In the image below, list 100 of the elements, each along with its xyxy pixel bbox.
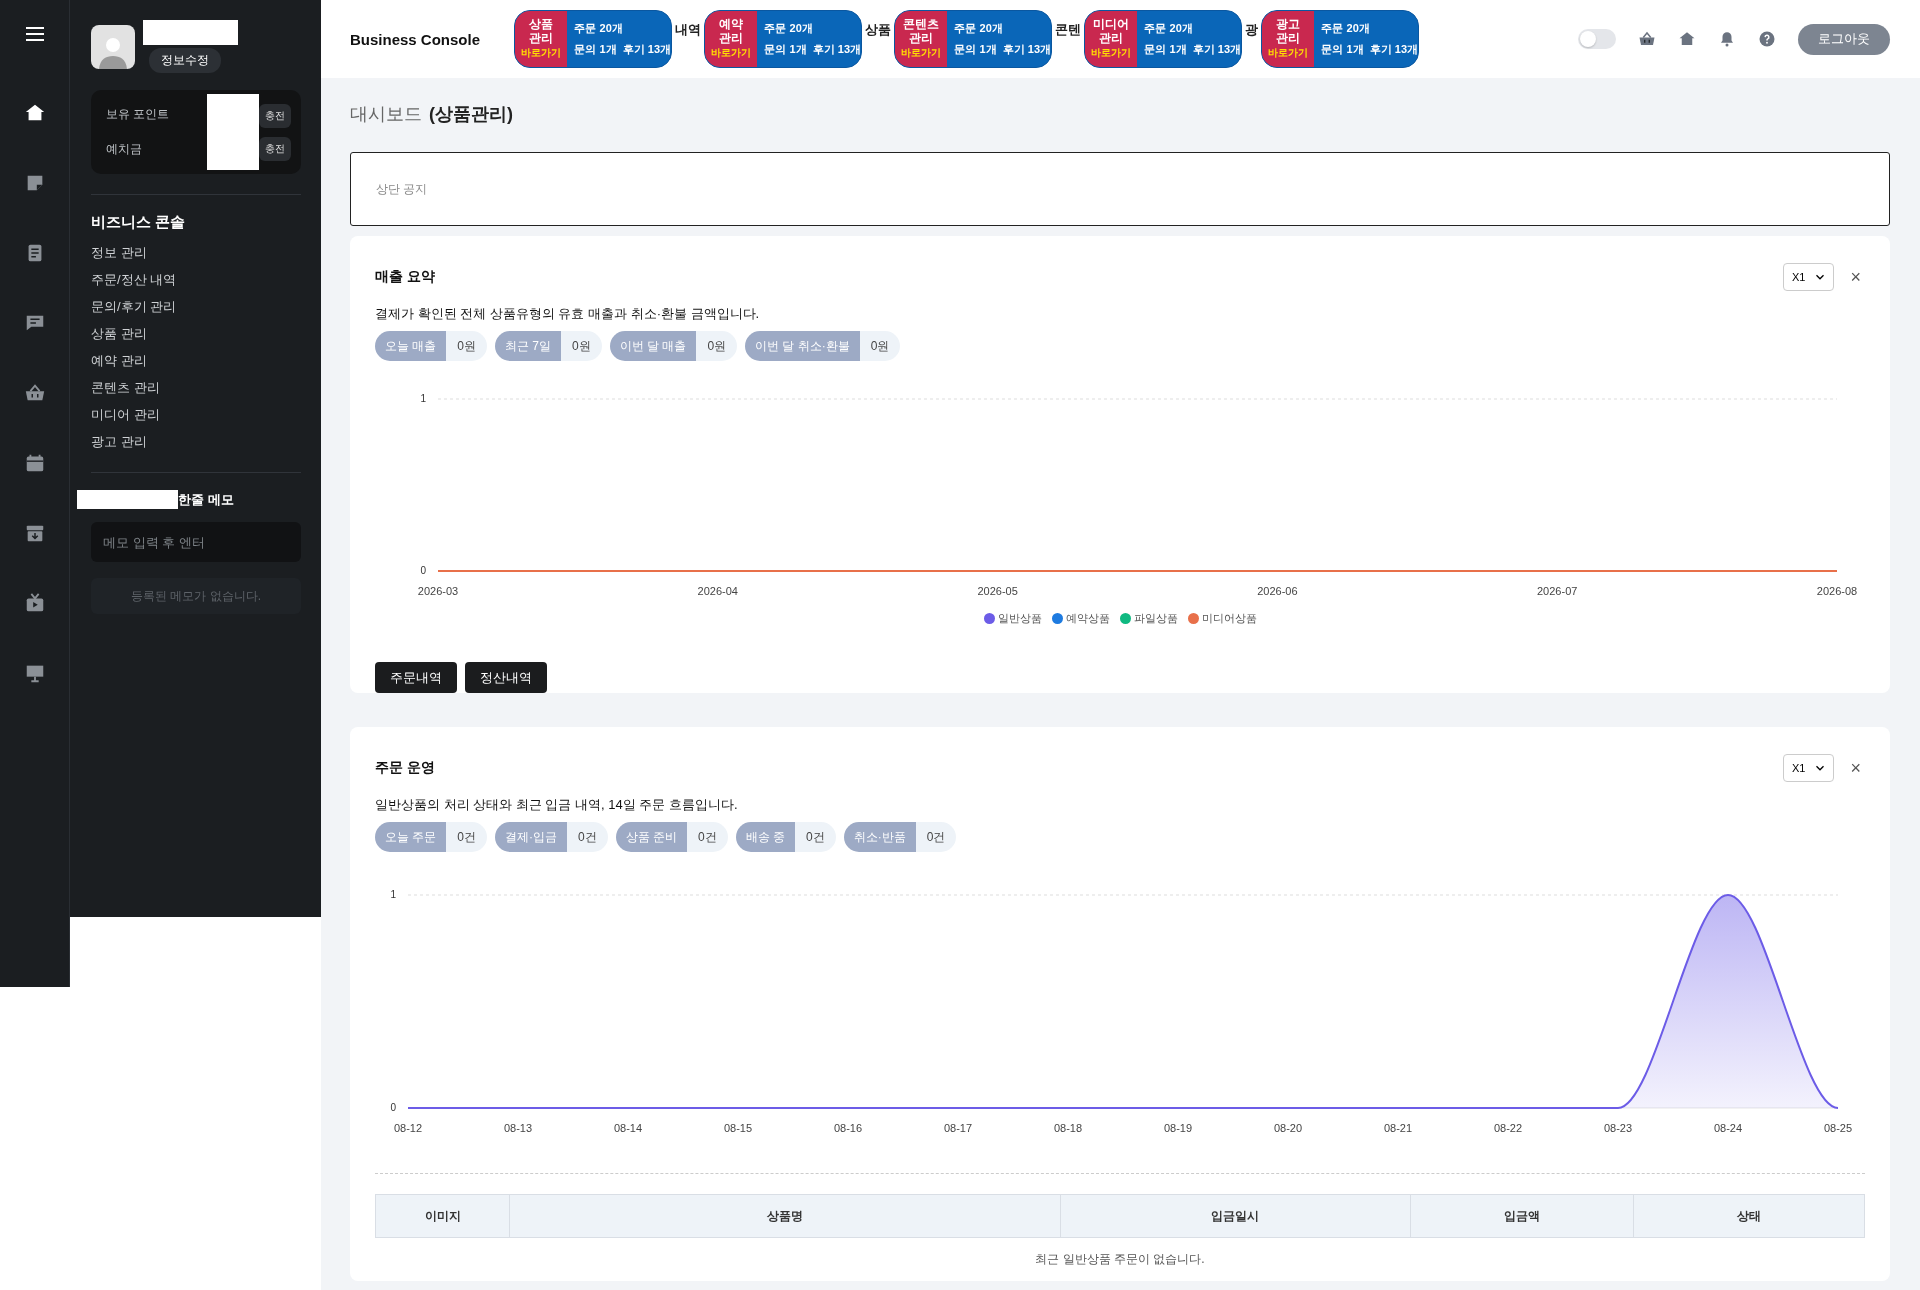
shortcut-badge[interactable]: 예약 관리 바로가기 주문 20개 문의 1개 후기 13개	[704, 10, 863, 68]
sidebar-item[interactable]: 정보 관리	[91, 242, 301, 269]
menu-title: 비즈니스 콘솔	[91, 213, 187, 232]
stat-value: 0건	[795, 822, 836, 852]
legend-label: 파일상품	[1133, 611, 1178, 626]
nav-link[interactable]: 상품	[865, 21, 892, 39]
x-tick-label: 2026-03	[417, 585, 459, 597]
history-button[interactable]: 정산내역	[465, 662, 547, 693]
x-tick-label: 2026-04	[697, 585, 738, 597]
logout-button[interactable]: 로그아웃	[1798, 23, 1890, 55]
stat-value: 0건	[567, 822, 608, 852]
sidebar-item[interactable]: 주문/정산 내역	[91, 269, 301, 296]
nav-link[interactable]: 내역	[675, 21, 702, 39]
stat-value: 0원	[696, 331, 738, 361]
stat-value: 0건	[915, 822, 957, 852]
stat-value: 0원	[446, 331, 488, 361]
profile-edit-button[interactable]: 정보수정	[149, 48, 221, 73]
home-button[interactable]	[1678, 30, 1696, 48]
x-tick-label: 08-25	[1823, 1122, 1853, 1134]
page-subtitle: (상품관리)	[429, 103, 513, 126]
history-button[interactable]: 주문내역	[375, 662, 457, 693]
x-tick-label: 08-15	[723, 1122, 753, 1134]
column-header: 입금액	[1410, 1194, 1634, 1238]
charge-button[interactable]: 충전	[259, 136, 291, 161]
scale-select[interactable]: X1	[1783, 263, 1835, 291]
sidebar-item[interactable]: 콘텐츠 관리	[91, 377, 301, 404]
x-tick-label: 08-19	[1163, 1122, 1193, 1134]
shortcut-badge[interactable]: 콘텐츠 관리 바로가기 주문 20개 문의 1개 후기 13개	[894, 10, 1053, 68]
empty-memo-message: 등록된 메모가 없습니다.	[91, 578, 301, 614]
close-button[interactable]: ×	[1846, 266, 1865, 288]
legend-label: 일반상품	[997, 611, 1042, 626]
brand-title: Business Console	[350, 30, 481, 48]
stat-value: 0건	[446, 822, 488, 852]
shortcut-badge[interactable]: 상품 관리 바로가기 주문 20개 문의 1개 후기 13개	[514, 10, 673, 68]
stat-label: 최근 7일	[495, 331, 562, 361]
memo-title: 한줄 메모	[178, 490, 234, 509]
wallet-label: 예치금	[106, 141, 143, 158]
column-header: 입금일시	[1060, 1194, 1411, 1238]
nav-link[interactable]: 광	[1245, 21, 1259, 39]
sidebar-item[interactable]: 미디어 관리	[91, 404, 301, 431]
x-tick-label: 08-16	[833, 1122, 863, 1134]
column-header: 상품명	[509, 1194, 1061, 1238]
x-tick-label: 2026-08	[1816, 585, 1858, 597]
charge-button[interactable]: 충전	[259, 103, 291, 128]
card-title: 매출 요약	[375, 268, 435, 286]
notifications-button[interactable]	[1718, 30, 1736, 48]
x-tick-label: 08-22	[1493, 1122, 1523, 1134]
shortcut-badge[interactable]: 미디어 관리 바로가기 주문 20개 문의 1개 후기 13개	[1084, 10, 1243, 68]
column-header: 상태	[1633, 1194, 1865, 1238]
notice-box: 상단 공지	[350, 152, 1890, 226]
y-tick-label: 1	[420, 393, 426, 404]
page-title: 대시보드	[350, 103, 422, 126]
card-description: 일반상품의 처리 상태와 최근 입금 내역, 14일 주문 흐름입니다.	[375, 796, 739, 814]
basket-icon	[1638, 30, 1656, 48]
bell-icon	[1718, 30, 1736, 48]
shortcut-badge[interactable]: 광고 관리 바로가기 주문 20개 문의 1개 후기 13개	[1261, 10, 1420, 68]
sidebar-item[interactable]: 상품 관리	[91, 323, 301, 350]
help-icon	[1758, 30, 1776, 48]
x-tick-label: 08-14	[613, 1122, 643, 1134]
memo-input-field[interactable]: 메모 입력 후 엔터	[91, 522, 301, 562]
stat-label: 상품 준비	[615, 822, 688, 852]
x-tick-label: 08-24	[1713, 1122, 1743, 1134]
x-tick-label: 08-12	[393, 1122, 423, 1134]
x-tick-label: 08-13	[503, 1122, 533, 1134]
basket-button[interactable]	[1638, 30, 1656, 48]
stat-label: 결제·입금	[495, 822, 568, 852]
sidebar-item[interactable]: 광고 관리	[91, 431, 301, 458]
x-tick-label: 08-21	[1383, 1122, 1413, 1134]
y-tick-label: 0	[390, 1102, 396, 1113]
wallet-label: 보유 포인트	[106, 106, 171, 123]
sidebar-item[interactable]: 문의/후기 관리	[91, 296, 301, 323]
help-button[interactable]	[1758, 30, 1776, 48]
avatar-icon	[91, 25, 135, 69]
x-tick-label: 08-17	[943, 1122, 973, 1134]
legend-label: 예약상품	[1065, 611, 1110, 626]
empty-table-message: 최근 일반상품 주문이 없습니다.	[1034, 1251, 1206, 1268]
x-tick-label: 08-20	[1273, 1122, 1303, 1134]
stat-label: 취소·반품	[843, 822, 916, 852]
nav-link[interactable]: 콘텐	[1055, 21, 1082, 39]
x-tick-label: 2026-06	[1257, 585, 1298, 597]
legend-label: 미디어상품	[1201, 611, 1257, 626]
stat-label: 배송 중	[735, 822, 796, 852]
sidebar-item[interactable]: 예약 관리	[91, 350, 301, 377]
x-tick-label: 08-23	[1603, 1122, 1633, 1134]
y-tick-label: 0	[420, 565, 426, 576]
scale-select[interactable]: X1	[1783, 754, 1835, 782]
y-tick-label: 1	[390, 889, 396, 900]
stat-label: 오늘 주문	[375, 822, 447, 852]
x-tick-label: 2026-05	[977, 585, 1018, 597]
card-description: 결제가 확인된 전체 상품유형의 유효 매출과 취소·환불 금액입니다.	[375, 305, 761, 323]
stat-label: 오늘 매출	[375, 331, 447, 361]
card-title: 주문 운영	[375, 759, 435, 777]
dark-mode-toggle[interactable]	[1578, 29, 1616, 49]
stat-value: 0원	[859, 331, 901, 361]
stat-value: 0원	[561, 331, 602, 361]
x-tick-label: 2026-07	[1537, 585, 1578, 597]
column-header: 이미지	[375, 1194, 510, 1238]
close-button[interactable]: ×	[1846, 757, 1865, 779]
stat-value: 0건	[687, 822, 728, 852]
stat-label: 이번 달 매출	[609, 331, 697, 361]
